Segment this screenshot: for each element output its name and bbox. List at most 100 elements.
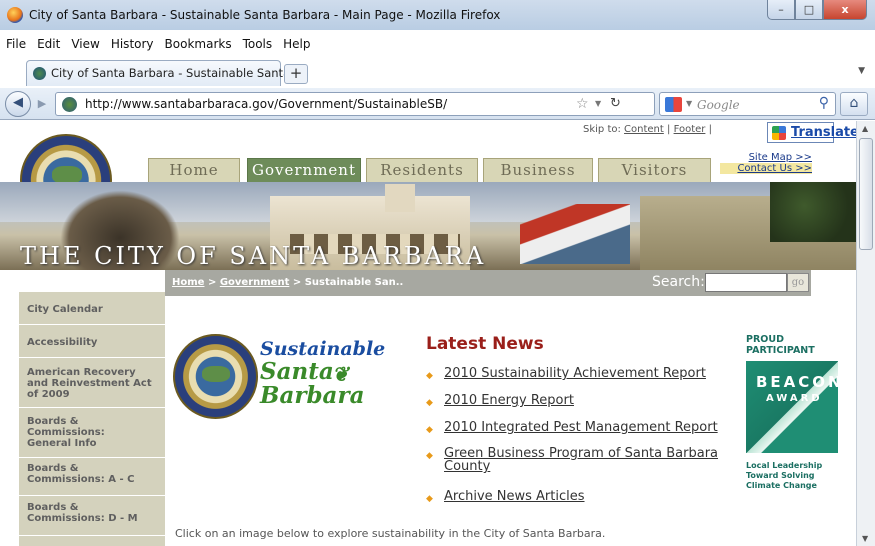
skip-content-link[interactable]: Content [624, 124, 664, 135]
logo-line-2: Santa [260, 358, 334, 385]
menu-file[interactable]: File [6, 37, 26, 57]
search-engine-dropdown-icon[interactable]: ▼ [686, 99, 692, 108]
window-titlebar: City of Santa Barbara - Sustainable Sant… [0, 0, 875, 30]
scroll-up-arrow-icon[interactable]: ▲ [862, 124, 868, 133]
skip-separator-2: | [708, 124, 712, 135]
skip-footer-link[interactable]: Footer [674, 124, 706, 135]
nav-tab-visitors[interactable]: Visitors [598, 158, 711, 182]
bullet-arrow-icon: ◆ [426, 398, 433, 408]
banner-tower [385, 184, 415, 212]
url-text[interactable]: http://www.santabarbaraca.gov/Government… [85, 97, 447, 111]
nav-tab-residents[interactable]: Residents [366, 158, 478, 182]
explore-instruction: Click on an image below to explore susta… [175, 527, 606, 540]
beacon-tagline: Local Leadership Toward Solving Climate … [746, 461, 823, 490]
site-search-input[interactable] [705, 273, 787, 292]
scrollbar-thumb[interactable] [859, 138, 873, 250]
google-icon[interactable] [665, 97, 682, 112]
nav-tab-home[interactable]: Home [148, 158, 240, 182]
beacon-title: BEACON [756, 373, 844, 391]
skip-label: Skip to: [583, 124, 621, 135]
close-button[interactable]: x [823, 0, 867, 20]
news-link[interactable]: 2010 Energy Report [444, 394, 574, 407]
breadcrumb-home[interactable]: Home [172, 277, 204, 288]
nav-tab-government[interactable]: Government [247, 158, 361, 182]
site-map-link[interactable]: Site Map >> [720, 152, 812, 163]
news-link[interactable]: Archive News Articles [444, 490, 585, 503]
left-nav-label: Boards & Commissions: D - M [27, 502, 138, 524]
left-nav-label: Boards & Commissions: A - C [27, 463, 135, 485]
news-link[interactable]: 2010 Integrated Pest Management Report [444, 421, 718, 434]
tab-label: City of Santa Barbara - Sustainable Sant… [51, 66, 302, 80]
city-banner: THE CITY OF SANTA BARBARA [0, 182, 856, 270]
beacon-proud-label: PROUD PARTICIPANT [746, 334, 815, 356]
home-button[interactable]: ⌂ [840, 92, 868, 116]
site-identity-icon[interactable] [62, 97, 77, 112]
bullet-arrow-icon: ◆ [426, 451, 433, 461]
menu-history[interactable]: History [111, 37, 154, 57]
left-nav-item[interactable]: City Calendar [19, 292, 165, 325]
left-nav-item[interactable]: Accessibility [19, 325, 165, 358]
tab-list-chevron-icon[interactable]: ▼ [858, 66, 865, 76]
reload-icon[interactable]: ↻ [610, 96, 621, 111]
beacon-award-badge[interactable]: BEACON AWARD [746, 361, 841, 453]
translate-button[interactable]: Translate [767, 122, 856, 143]
left-nav-label: American Recovery and Reinvestment Act o… [27, 367, 152, 400]
left-nav-item[interactable]: Boards & Commissions: A - C [19, 458, 165, 496]
menu-tools[interactable]: Tools [243, 37, 273, 57]
url-history-dropdown-icon[interactable]: ▼ [595, 99, 601, 108]
page-scrollbar[interactable]: ▲ ▼ [856, 121, 875, 546]
left-navigation: City Calendar Accessibility American Rec… [19, 292, 165, 546]
menu-edit[interactable]: Edit [37, 37, 60, 57]
minimize-button[interactable]: – [767, 0, 795, 20]
breadcrumb: Home > Government > Sustainable San.. [172, 277, 403, 288]
nav-tab-business[interactable]: Business [483, 158, 593, 182]
page-viewport: Skip to: Content | Footer | Translate Ho… [0, 121, 856, 546]
banner-boat [520, 204, 630, 264]
latest-news-heading: Latest News [426, 334, 544, 354]
window-title: City of Santa Barbara - Sustainable Sant… [29, 8, 501, 22]
site-search-go-button[interactable]: go [787, 273, 809, 292]
url-bar[interactable]: http://www.santabarbaraca.gov/Government… [55, 92, 655, 116]
left-nav-label: City Calendar [27, 304, 103, 315]
firefox-icon [7, 7, 23, 23]
sustainable-seal-logo[interactable] [173, 334, 258, 419]
banner-trees [770, 182, 856, 242]
window-controls: – □ x [767, 0, 867, 22]
utility-links: Site Map >> Contact Us >> [720, 152, 812, 174]
seal-emblem [202, 366, 230, 382]
translate-label: Translate [791, 125, 856, 140]
maximize-button[interactable]: □ [795, 0, 823, 20]
search-magnifier-icon[interactable]: ⚲ [819, 95, 829, 111]
left-nav-item[interactable]: Boards & Commissions: General Info [19, 408, 165, 458]
tab-strip: City of Santa Barbara - Sustainable Sant… [0, 58, 875, 88]
contact-us-link[interactable]: Contact Us >> [720, 163, 812, 174]
scroll-down-arrow-icon[interactable]: ▼ [862, 534, 868, 543]
new-tab-button[interactable]: + [284, 64, 308, 84]
search-bar[interactable]: ▼ Google ⚲ [659, 92, 836, 116]
banner-title: THE CITY OF SANTA BARBARA [20, 242, 487, 270]
left-nav-item[interactable]: Boards & Commissions: D - M [19, 496, 165, 536]
bullet-arrow-icon: ◆ [426, 494, 433, 504]
logo-line-1: Sustainable [260, 338, 386, 360]
logo-line-3: Barbara [260, 382, 365, 409]
left-nav-item[interactable]: American Recovery and Reinvestment Act o… [19, 358, 165, 408]
menu-bar: File Edit View History Bookmarks Tools H… [0, 37, 311, 57]
skip-links: Skip to: Content | Footer | [583, 124, 712, 135]
bookmark-star-icon[interactable]: ☆ [576, 96, 589, 112]
left-nav-label: Accessibility [27, 337, 98, 348]
browser-tab[interactable]: City of Santa Barbara - Sustainable Sant… [26, 60, 301, 86]
beacon-subtitle: AWARD [766, 393, 823, 404]
breadcrumb-separator: > [207, 277, 217, 288]
navigation-toolbar: ◀ ▶ http://www.santabarbaraca.gov/Govern… [0, 88, 875, 120]
forward-button[interactable]: ▶ [32, 95, 52, 113]
breadcrumb-current: Sustainable San.. [304, 277, 404, 288]
news-link[interactable]: 2010 Sustainability Achievement Report [444, 367, 706, 380]
menu-bookmarks[interactable]: Bookmarks [165, 37, 232, 57]
menu-help[interactable]: Help [283, 37, 310, 57]
back-button[interactable]: ◀ [5, 91, 31, 117]
menu-view[interactable]: View [71, 37, 99, 57]
news-link[interactable]: Green Business Program of Santa Barbara … [444, 447, 724, 473]
breadcrumb-government[interactable]: Government [220, 277, 290, 288]
search-placeholder[interactable]: Google [697, 98, 740, 112]
google-translate-icon [772, 126, 786, 140]
